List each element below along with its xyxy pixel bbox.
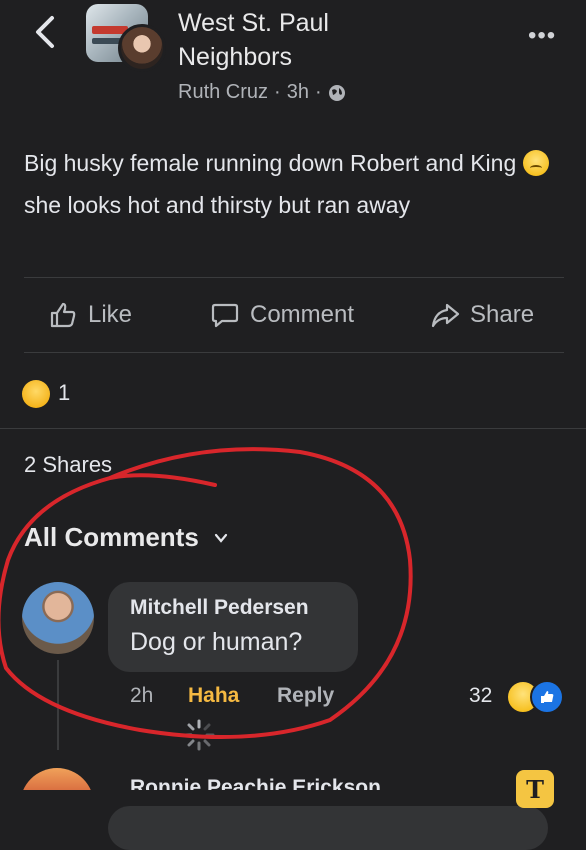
reaction-count[interactable]: 1 (58, 380, 70, 406)
comment-time: 2h (130, 684, 154, 707)
divider (24, 352, 564, 353)
comment-icon (211, 303, 239, 328)
next-comment-author[interactable]: Ronnie Peachie Erickson (130, 776, 381, 790)
group-name[interactable]: West St. Paul Neighbors (178, 6, 329, 74)
back-arrow-icon[interactable] (30, 14, 60, 50)
post-time[interactable]: 3h (287, 81, 309, 104)
like-icon (50, 302, 76, 328)
sad-emoji-icon (522, 150, 549, 176)
more-options-icon[interactable]: ••• (528, 22, 556, 50)
like-reaction-icon[interactable] (530, 680, 564, 714)
share-icon (431, 303, 460, 328)
poster-avatar[interactable] (118, 24, 166, 72)
divider (24, 277, 564, 278)
comment-reaction-count[interactable]: 32 (469, 684, 492, 708)
loading-spinner-icon (183, 719, 215, 751)
comment-author[interactable]: Mitchell Pedersen (130, 596, 309, 620)
comment-input[interactable] (108, 806, 548, 850)
comments-filter[interactable]: All Comments (24, 522, 229, 553)
post-meta: Ruth Cruz · 3h · (178, 81, 346, 104)
poster-name[interactable]: Ruth Cruz (178, 81, 268, 104)
commenter-avatar[interactable] (22, 582, 94, 654)
haha-button[interactable]: Haha (188, 684, 239, 708)
chevron-down-icon (214, 533, 227, 543)
comment-button[interactable]: Comment (210, 300, 354, 330)
reply-button[interactable]: Reply (277, 684, 334, 708)
text-tool-icon[interactable]: T (516, 770, 554, 808)
divider (0, 428, 586, 429)
shares-count[interactable]: 2 Shares (24, 452, 112, 478)
sad-reaction-icon[interactable] (22, 380, 50, 408)
like-icon (541, 691, 554, 703)
post-body: Big husky female running down Robert and… (24, 142, 572, 226)
globe-icon (328, 84, 345, 101)
like-button[interactable]: Like (48, 300, 132, 330)
annotation-circle (0, 447, 413, 739)
thread-line (57, 660, 59, 750)
comment-text: Dog or human? (130, 628, 303, 656)
share-button[interactable]: Share (430, 300, 534, 330)
